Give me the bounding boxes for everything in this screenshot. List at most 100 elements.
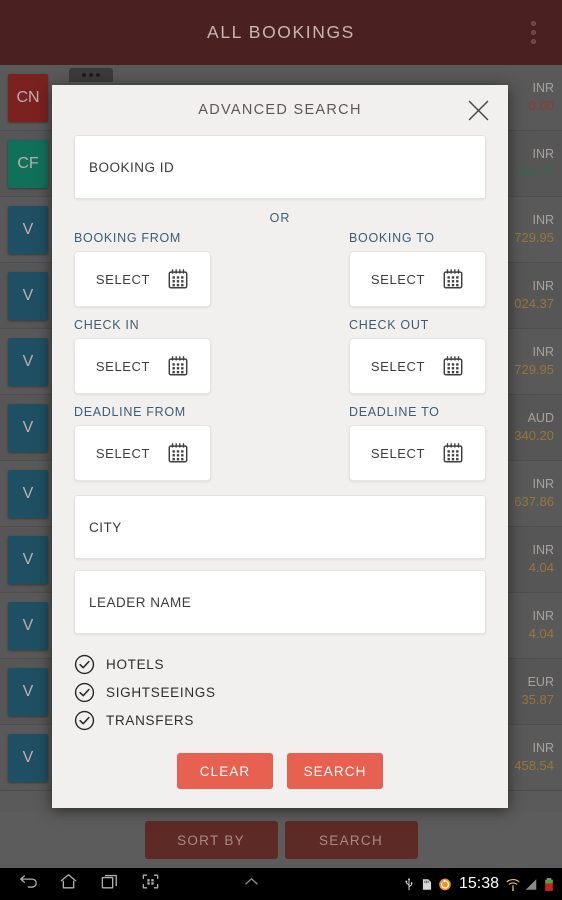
more-options-button[interactable] — [516, 0, 550, 65]
dialog-body: OR BOOKING FROMSELECTBOOKING TOSELECTCHE… — [52, 135, 508, 789]
signal-icon — [524, 877, 538, 892]
row-amount: INR 4.04 — [529, 608, 554, 642]
date-field: DEADLINE TO SELECT — [349, 405, 486, 481]
search-button[interactable]: SEARCH — [284, 821, 418, 859]
row-currency: INR — [532, 345, 554, 360]
date-field: CHECK IN SELECT — [74, 318, 211, 394]
date-select-button[interactable]: SELECT — [74, 338, 211, 394]
row-currency: INR — [532, 279, 554, 294]
check-circle-icon — [74, 654, 95, 674]
filter-checkbox-group: HOTELS SIGHTSEEINGS TRANSFERS — [74, 634, 486, 734]
calendar-icon — [168, 443, 188, 463]
app-header: ALL BOOKINGS — [0, 0, 562, 65]
calendar-icon — [443, 443, 463, 463]
filter-checkbox[interactable]: HOTELS — [74, 650, 486, 678]
field-label: BOOKING FROM — [74, 231, 182, 245]
check-circle-icon — [74, 710, 95, 730]
sort-by-button[interactable]: SORT BY — [144, 821, 278, 859]
row-value: 35.87 — [521, 692, 554, 708]
row-amount: AUD 340.20 — [514, 410, 554, 444]
filter-checkbox[interactable]: TRANSFERS — [74, 706, 486, 734]
dialog-header: ADVANCED SEARCH — [52, 85, 508, 135]
row-value: 0.00 — [528, 98, 554, 114]
row-amount: INR 0.00 — [529, 80, 554, 114]
status-icons: 15:38 — [402, 868, 556, 900]
row-amount: INR 024.37 — [514, 278, 554, 312]
sync-icon — [438, 877, 452, 892]
row-status-badge: V — [8, 601, 48, 650]
row-currency: INR — [532, 543, 554, 558]
row-value: 4.04 — [528, 560, 554, 576]
dialog-drag-handle — [69, 68, 113, 82]
filter-checkbox[interactable]: SIGHTSEEINGS — [74, 678, 486, 706]
close-icon[interactable] — [460, 93, 496, 127]
booking-id-input[interactable] — [74, 135, 486, 199]
date-select-button[interactable]: SELECT — [74, 251, 211, 307]
row-value: 729.95 — [514, 230, 554, 246]
row-currency: INR — [532, 609, 554, 624]
date-select-button[interactable]: SELECT — [349, 338, 486, 394]
menu-dot-icon — [530, 21, 536, 26]
date-select-button[interactable]: SELECT — [349, 251, 486, 307]
handle-dot-icon — [89, 73, 93, 77]
leader-name-input[interactable] — [74, 570, 486, 634]
date-value: SELECT — [370, 445, 426, 461]
date-field: CHECK OUT SELECT — [349, 318, 486, 394]
expand-up-icon[interactable] — [242, 872, 261, 896]
field-label: BOOKING TO — [349, 231, 435, 245]
row-currency: AUD — [527, 411, 554, 426]
row-status-badge: V — [8, 271, 48, 320]
city-input[interactable] — [74, 495, 486, 559]
row-status-badge: V — [8, 535, 48, 584]
handle-dot-icon — [82, 73, 86, 77]
field-label: DEADLINE TO — [349, 405, 440, 419]
recents-icon[interactable] — [100, 872, 119, 896]
page-title: ALL BOOKINGS — [207, 22, 355, 42]
clear-button[interactable]: CLEAR — [177, 753, 273, 789]
sd-card-icon — [420, 877, 434, 892]
wifi-icon — [506, 877, 520, 892]
date-select-button[interactable]: SELECT — [349, 425, 486, 481]
row-amount: EUR 35.87 — [521, 674, 554, 708]
row-amount: INR 659.77 — [514, 146, 554, 180]
dialog-search-button[interactable]: SEARCH — [287, 753, 383, 789]
row-status-badge: V — [8, 337, 48, 386]
row-amount: INR 729.95 — [514, 212, 554, 246]
advanced-search-dialog: ADVANCED SEARCH OR BOOKING FROMSELECTBOO… — [52, 85, 508, 808]
row-amount: INR 729.95 — [514, 344, 554, 378]
screen: ALL BOOKINGS CN INR 0.00 CF INR 659.77 V INR 729… — [0, 0, 562, 900]
row-status-badge: V — [8, 733, 48, 782]
field-label: CHECK OUT — [349, 318, 429, 332]
calendar-icon — [168, 269, 188, 289]
row-currency: INR — [532, 147, 554, 162]
date-value: SELECT — [95, 271, 151, 287]
back-icon[interactable] — [18, 872, 37, 896]
check-circle-icon — [74, 682, 95, 702]
row-value: 659.77 — [514, 164, 554, 180]
row-status-badge: CN — [8, 73, 48, 122]
menu-dot-icon — [530, 30, 536, 35]
date-field-row: BOOKING FROM SELECT BOOKING TO SELECT — [74, 231, 486, 307]
row-status-badge: V — [8, 205, 48, 254]
home-icon[interactable] — [59, 872, 78, 896]
row-status-badge: V — [8, 403, 48, 452]
date-field: BOOKING FROM SELECT — [74, 231, 211, 307]
row-value: 4.04 — [528, 626, 554, 642]
date-value: SELECT — [95, 445, 151, 461]
row-status-badge: CF — [8, 139, 48, 188]
date-field-row: CHECK IN SELECT CHECK OUT SELECT — [74, 318, 486, 394]
date-select-button[interactable]: SELECT — [74, 425, 211, 481]
row-currency: EUR — [527, 675, 554, 690]
date-fields-grid: BOOKING FROM SELECT BOOKING TO SELECT CHECK … — [74, 231, 486, 481]
calendar-icon — [443, 269, 463, 289]
checkbox-label: HOTELS — [106, 656, 165, 672]
dialog-title: ADVANCED SEARCH — [198, 102, 362, 118]
date-field: DEADLINE FROM SELECT — [74, 405, 211, 481]
nav-icon-group — [0, 872, 261, 896]
row-status-badge: V — [8, 469, 48, 518]
row-currency: INR — [532, 81, 554, 96]
row-value: 637.86 — [514, 494, 554, 510]
row-value: 340.20 — [514, 428, 554, 444]
screenshot-icon[interactable] — [141, 872, 160, 896]
bottom-action-bar: SORT BY SEARCH — [0, 812, 562, 868]
